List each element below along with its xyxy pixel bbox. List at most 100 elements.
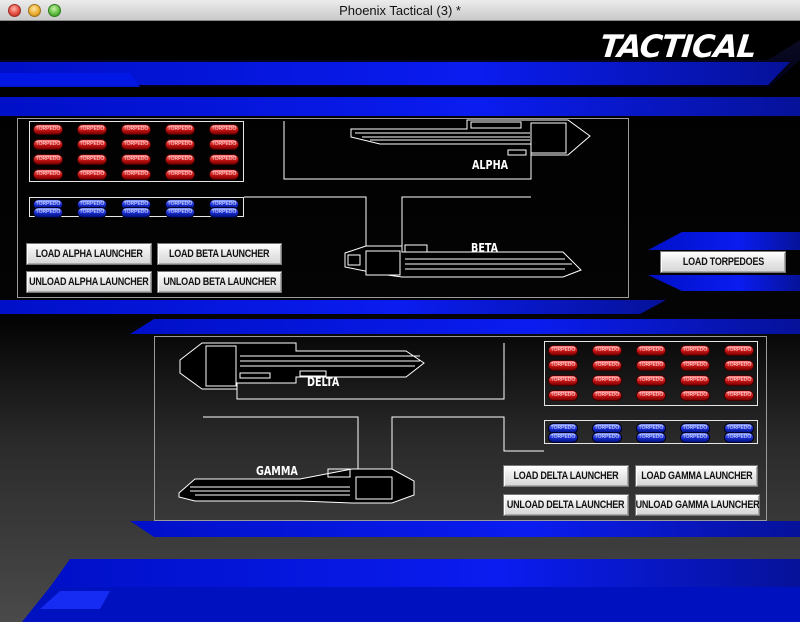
blue-torpedo-tube[interactable]: TORPEDO [77,207,107,218]
top-stripe-3 [0,97,800,116]
load-beta-launcher-label: LOAD BETA LAUNCHER [169,248,270,260]
torpedo-tube-label: TORPEDO [167,171,193,177]
unload-gamma-launcher-button[interactable]: UNLOAD GAMMA LAUNCHER [635,494,760,516]
torpedo-tube-label: TORPEDO [123,209,149,215]
red-torpedo-tube[interactable]: TORPEDO [592,390,622,401]
red-torpedo-tube[interactable]: TORPEDO [548,390,578,401]
red-torpedo-tube[interactable]: TORPEDO [33,154,63,165]
torpedo-tube-label: TORPEDO [550,425,576,431]
red-torpedo-tube[interactable]: TORPEDO [77,124,107,135]
red-torpedo-tube[interactable]: TORPEDO [680,390,710,401]
red-torpedo-tube[interactable]: TORPEDO [77,154,107,165]
lower-stripe-1 [130,521,800,537]
load-beta-launcher-button[interactable]: LOAD BETA LAUNCHER [157,243,282,265]
upper-red-launcher-grid: TORPEDO TORPEDO TORPEDO TORPEDO TORPEDO TORPE… [29,121,244,182]
red-torpedo-tube[interactable]: TORPEDO [33,139,63,150]
red-torpedo-tube[interactable]: TORPEDO [165,139,195,150]
red-torpedo-tube[interactable]: TORPEDO [165,124,195,135]
blue-torpedo-tube[interactable]: TORPEDO [548,432,578,443]
red-torpedo-tube[interactable]: TORPEDO [592,375,622,386]
torpedo-tube-label: TORPEDO [35,156,61,162]
torpedo-tube-label: TORPEDO [123,126,149,132]
unload-delta-launcher-button[interactable]: UNLOAD DELTA LAUNCHER [503,494,629,516]
blue-torpedo-tube[interactable]: TORPEDO [724,432,754,443]
blue-torpedo-tube[interactable]: TORPEDO [636,432,666,443]
red-torpedo-tube[interactable]: TORPEDO [636,345,666,356]
red-torpedo-tube[interactable]: TORPEDO [121,139,151,150]
blue-torpedo-tube[interactable]: TORPEDO [121,207,151,218]
red-torpedo-tube[interactable]: TORPEDO [209,124,239,135]
red-torpedo-tube[interactable]: TORPEDO [33,124,63,135]
torpedo-tube-label: TORPEDO [682,425,708,431]
red-torpedo-tube[interactable]: TORPEDO [548,360,578,371]
red-torpedo-tube[interactable]: TORPEDO [121,169,151,180]
torpedo-tube-label: TORPEDO [167,209,193,215]
top-stripe-2 [0,73,140,87]
red-torpedo-tube[interactable]: TORPEDO [724,345,754,356]
red-torpedo-tube[interactable]: TORPEDO [209,169,239,180]
red-torpedo-tube[interactable]: TORPEDO [592,360,622,371]
torpedo-tube-label: TORPEDO [35,126,61,132]
torpedo-tube-label: TORPEDO [726,362,752,368]
torpedo-tube-label: TORPEDO [167,141,193,147]
load-gamma-launcher-button[interactable]: LOAD GAMMA LAUNCHER [635,465,758,487]
red-torpedo-tube[interactable]: TORPEDO [77,139,107,150]
torpedo-tube-label: TORPEDO [638,392,664,398]
load-delta-launcher-button[interactable]: LOAD DELTA LAUNCHER [503,465,629,487]
torpedo-tube-label: TORPEDO [726,425,752,431]
torpedo-tube-label: TORPEDO [638,434,664,440]
torpedo-tube-label: TORPEDO [726,377,752,383]
torpedo-tube-label: TORPEDO [550,362,576,368]
torpedo-tube-label: TORPEDO [79,209,105,215]
window-title: Phoenix Tactical (3) * [339,3,461,18]
red-torpedo-tube[interactable]: TORPEDO [548,375,578,386]
torpedo-tube-label: TORPEDO [682,377,708,383]
unload-beta-launcher-button[interactable]: UNLOAD BETA LAUNCHER [157,271,282,293]
alpha-ship-label: ALPHA [472,158,509,172]
red-torpedo-tube[interactable]: TORPEDO [209,154,239,165]
red-torpedo-tube[interactable]: TORPEDO [680,360,710,371]
blue-torpedo-tube[interactable]: TORPEDO [592,432,622,443]
red-torpedo-tube[interactable]: TORPEDO [77,169,107,180]
red-torpedo-tube[interactable]: TORPEDO [724,360,754,371]
torpedo-tube-label: TORPEDO [550,377,576,383]
torpedo-tube-label: TORPEDO [638,362,664,368]
red-torpedo-tube[interactable]: TORPEDO [121,124,151,135]
torpedo-tube-label: TORPEDO [79,156,105,162]
red-torpedo-tube[interactable]: TORPEDO [724,390,754,401]
torpedo-tube-label: TORPEDO [35,171,61,177]
red-torpedo-tube[interactable]: TORPEDO [33,169,63,180]
delta-ship-label: DELTA [307,375,340,389]
lower-stripe-2 [50,559,800,587]
red-torpedo-tube[interactable]: TORPEDO [165,169,195,180]
blue-torpedo-tube[interactable]: TORPEDO [165,207,195,218]
load-torpedoes-button[interactable]: LOAD TORPEDOES [660,251,786,273]
blue-torpedo-tube[interactable]: TORPEDO [33,207,63,218]
red-torpedo-tube[interactable]: TORPEDO [680,375,710,386]
red-torpedo-tube[interactable]: TORPEDO [680,345,710,356]
torpedo-tube-label: TORPEDO [550,392,576,398]
load-alpha-launcher-button[interactable]: LOAD ALPHA LAUNCHER [26,243,152,265]
torpedo-tube-label: TORPEDO [638,377,664,383]
torpedo-tube-label: TORPEDO [211,171,237,177]
red-torpedo-tube[interactable]: TORPEDO [209,139,239,150]
unload-alpha-launcher-label: UNLOAD ALPHA LAUNCHER [29,276,149,288]
red-torpedo-tube[interactable]: TORPEDO [592,345,622,356]
red-torpedo-tube[interactable]: TORPEDO [548,345,578,356]
gamma-ship-label: GAMMA [256,464,298,478]
unload-beta-launcher-label: UNLOAD BETA LAUNCHER [163,276,276,288]
red-torpedo-tube[interactable]: TORPEDO [121,154,151,165]
upper-blue-launcher-grid: TORPEDO TORPEDO TORPEDO TORPEDO TORPEDO TORPE… [29,197,244,218]
torpedo-tube-label: TORPEDO [594,392,620,398]
torpedo-tube-label: TORPEDO [79,171,105,177]
blue-torpedo-tube[interactable]: TORPEDO [209,207,239,218]
red-torpedo-tube[interactable]: TORPEDO [636,375,666,386]
torpedo-tube-label: TORPEDO [682,434,708,440]
red-torpedo-tube[interactable]: TORPEDO [636,390,666,401]
red-torpedo-tube[interactable]: TORPEDO [724,375,754,386]
unload-alpha-launcher-button[interactable]: UNLOAD ALPHA LAUNCHER [26,271,152,293]
blue-torpedo-tube[interactable]: TORPEDO [680,432,710,443]
torpedo-tube-label: TORPEDO [211,126,237,132]
red-torpedo-tube[interactable]: TORPEDO [165,154,195,165]
red-torpedo-tube[interactable]: TORPEDO [636,360,666,371]
